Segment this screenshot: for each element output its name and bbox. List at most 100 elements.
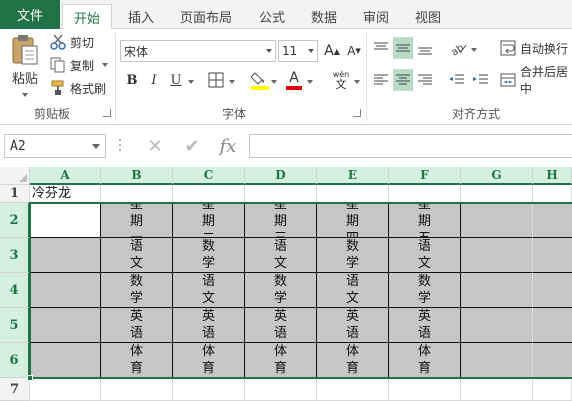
- cell-f2[interactable]: 星期五: [389, 203, 461, 238]
- font-color-button[interactable]: A: [284, 67, 304, 93]
- cell-e6[interactable]: 体育: [317, 343, 389, 378]
- column-header-e[interactable]: E: [317, 167, 389, 185]
- cell-h1[interactable]: [533, 185, 572, 203]
- formula-bar-grip[interactable]: [118, 139, 122, 153]
- cell-g5[interactable]: [461, 308, 533, 343]
- fill-handle[interactable]: [27, 375, 33, 381]
- cell-e7[interactable]: [317, 378, 389, 401]
- cell-g7[interactable]: [461, 378, 533, 401]
- phonetic-dropdown-icon[interactable]: [354, 80, 360, 84]
- cell-b7[interactable]: [101, 378, 173, 401]
- row-header-4[interactable]: 4: [0, 273, 30, 308]
- cell-a2[interactable]: [30, 203, 101, 238]
- shrink-font-button[interactable]: A ▼: [344, 40, 364, 62]
- align-center-button[interactable]: [393, 69, 413, 91]
- insert-function-button[interactable]: fx: [217, 135, 239, 157]
- fill-color-dropdown-icon[interactable]: [271, 80, 277, 84]
- row-header-1[interactable]: 1: [0, 185, 30, 203]
- align-middle-button[interactable]: [393, 37, 413, 59]
- cell-g6[interactable]: [461, 343, 533, 378]
- cell-f1[interactable]: [389, 185, 461, 203]
- fill-color-button[interactable]: [250, 67, 270, 93]
- paste-button[interactable]: 粘贴: [6, 33, 44, 97]
- orientation-dropdown-icon[interactable]: [471, 48, 477, 52]
- cell-a6[interactable]: [30, 343, 101, 378]
- clipboard-launcher-icon[interactable]: [103, 109, 111, 117]
- tab-insert[interactable]: 插入: [118, 4, 164, 29]
- row-header-5[interactable]: 5: [0, 308, 30, 343]
- font-launcher-icon[interactable]: [353, 109, 361, 117]
- cell-f4[interactable]: 数学: [389, 273, 461, 308]
- cancel-icon[interactable]: ✕: [144, 135, 166, 157]
- row-header-7[interactable]: 7: [0, 378, 30, 401]
- row-header-3[interactable]: 3: [0, 238, 30, 273]
- select-all-button[interactable]: [0, 167, 30, 185]
- tab-view[interactable]: 视图: [406, 4, 450, 29]
- cell-h3[interactable]: [533, 238, 572, 273]
- cell-b3[interactable]: 语文: [101, 238, 173, 273]
- cell-b6[interactable]: 体育: [101, 343, 173, 378]
- cell-a7[interactable]: [30, 378, 101, 401]
- decrease-indent-button[interactable]: [446, 69, 466, 91]
- align-right-button[interactable]: [415, 69, 435, 91]
- cell-g4[interactable]: [461, 273, 533, 308]
- wrap-text-button[interactable]: 自动换行: [500, 37, 568, 59]
- column-header-b[interactable]: B: [101, 167, 173, 185]
- tab-home[interactable]: 开始: [62, 4, 112, 30]
- name-box[interactable]: A2: [4, 134, 106, 158]
- row-header-6[interactable]: 6: [0, 343, 30, 378]
- column-header-d[interactable]: D: [245, 167, 317, 185]
- font-color-dropdown-icon[interactable]: [307, 80, 313, 84]
- cell-g2[interactable]: [461, 203, 533, 238]
- cell-h6[interactable]: [533, 343, 572, 378]
- column-header-h[interactable]: H: [533, 167, 572, 185]
- cell-e3[interactable]: 数学: [317, 238, 389, 273]
- cell-d7[interactable]: [245, 378, 317, 401]
- cell-c2[interactable]: 星期二: [173, 203, 245, 238]
- cell-d2[interactable]: 星期三: [245, 203, 317, 238]
- column-header-g[interactable]: G: [461, 167, 533, 185]
- merge-center-button[interactable]: 合并后居中: [500, 65, 572, 96]
- copy-dropdown-icon[interactable]: [102, 63, 109, 67]
- phonetic-button[interactable]: wén 文: [328, 67, 354, 93]
- cell-e5[interactable]: 英语: [317, 308, 389, 343]
- tab-formulas[interactable]: 公式: [250, 4, 294, 29]
- cell-f5[interactable]: 英语: [389, 308, 461, 343]
- increase-indent-button[interactable]: [470, 69, 490, 91]
- cell-c4[interactable]: 语文: [173, 273, 245, 308]
- font-name-select[interactable]: 宋体: [120, 40, 276, 62]
- cell-b2[interactable]: 星期一: [101, 203, 173, 238]
- align-top-button[interactable]: [371, 37, 391, 59]
- cell-c5[interactable]: 英语: [173, 308, 245, 343]
- align-bottom-button[interactable]: [415, 37, 435, 59]
- copy-button[interactable]: 复制: [50, 54, 109, 76]
- cell-a5[interactable]: [30, 308, 101, 343]
- cell-d3[interactable]: 语文: [245, 238, 317, 273]
- cell-a4[interactable]: [30, 273, 101, 308]
- cell-g3[interactable]: [461, 238, 533, 273]
- cell-c1[interactable]: [173, 185, 245, 203]
- underline-button[interactable]: U: [166, 69, 186, 91]
- cell-g1[interactable]: [461, 185, 533, 203]
- orientation-button[interactable]: ab: [448, 37, 468, 59]
- cell-b4[interactable]: 数学: [101, 273, 173, 308]
- cell-f6[interactable]: 体育: [389, 343, 461, 378]
- formula-input[interactable]: [249, 134, 572, 158]
- format-painter-button[interactable]: 格式刷: [50, 77, 106, 99]
- cell-c6[interactable]: 体育: [173, 343, 245, 378]
- tab-page-layout[interactable]: 页面布局: [170, 4, 242, 29]
- cell-h2[interactable]: [533, 203, 572, 238]
- enter-icon[interactable]: ✔: [181, 135, 203, 157]
- cell-f7[interactable]: [389, 378, 461, 401]
- cell-d5[interactable]: 英语: [245, 308, 317, 343]
- cell-e4[interactable]: 语文: [317, 273, 389, 308]
- cell-d4[interactable]: 数学: [245, 273, 317, 308]
- cell-f3[interactable]: 语文: [389, 238, 461, 273]
- row-header-2[interactable]: 2: [0, 203, 30, 238]
- cell-h5[interactable]: [533, 308, 572, 343]
- bold-button[interactable]: B: [122, 69, 142, 91]
- grow-font-button[interactable]: A ▲: [322, 40, 342, 62]
- borders-button[interactable]: [206, 69, 226, 91]
- cell-a1[interactable]: 冷芬龙: [30, 185, 101, 203]
- font-size-select[interactable]: 11: [278, 40, 318, 62]
